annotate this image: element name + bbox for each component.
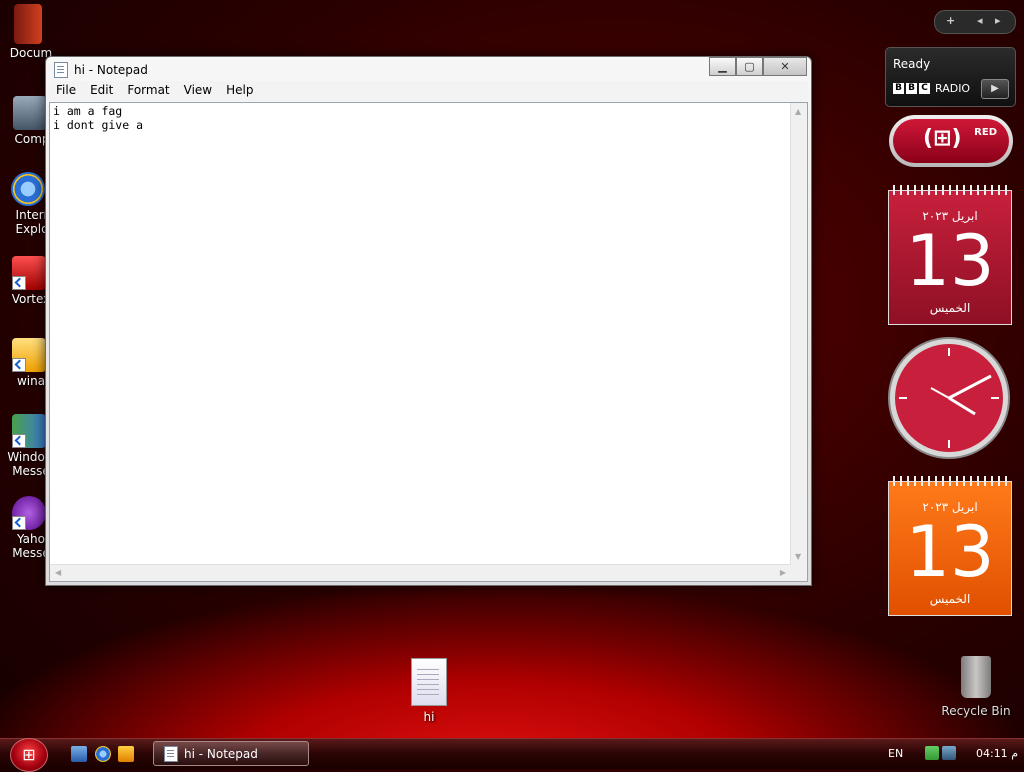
menu-file[interactable]: File	[49, 81, 83, 101]
menu-bar: File Edit Format View Help	[49, 81, 808, 101]
shortcut-arrow-icon	[12, 276, 26, 290]
internet-explorer-icon	[11, 172, 45, 206]
desktop-icon-documents[interactable]: Docum	[0, 4, 66, 60]
shortcut-arrow-icon	[12, 358, 26, 372]
red-gadget[interactable]: (⊞) RED	[889, 115, 1013, 167]
text-file-icon	[411, 658, 447, 706]
scroll-left-icon[interactable]: ◀	[55, 568, 61, 577]
network-icon[interactable]	[942, 746, 956, 760]
vortex-icon	[12, 256, 46, 290]
bbc-letter: C	[919, 83, 930, 94]
calendar-gadget-orange[interactable]: ابريل ٢٠٢٣ 13 الخميس	[888, 476, 1012, 616]
notepad-icon	[54, 62, 68, 78]
calendar-day: 13	[905, 511, 995, 593]
taskbar-item-notepad[interactable]: hi - Notepad	[153, 741, 309, 766]
notepad-icon	[164, 745, 178, 762]
window-title-text: hi - Notepad	[74, 63, 148, 77]
red-label: RED	[974, 127, 997, 138]
clock-time[interactable]: 04:11 م	[976, 747, 1018, 760]
clock-face	[888, 337, 1010, 459]
menu-view[interactable]: View	[177, 81, 219, 101]
taskbar-item-label: hi - Notepad	[184, 746, 258, 761]
language-indicator[interactable]: EN	[888, 747, 903, 760]
start-button[interactable]: ⊞	[10, 738, 48, 772]
media-player-icon[interactable]	[118, 746, 134, 762]
radio-status: Ready	[893, 57, 931, 71]
shortcut-arrow-icon	[12, 516, 26, 530]
shortcut-arrow-icon	[12, 434, 26, 448]
windows-logo-icon: (⊞)	[923, 126, 962, 151]
horizontal-scrollbar[interactable]: ◀ ▶	[50, 564, 791, 581]
minimize-button[interactable]: ▁	[709, 57, 736, 76]
calendar-rings	[893, 476, 1007, 486]
play-button[interactable]: ▶	[981, 79, 1009, 99]
calendar-gadget[interactable]: ابريل ٢٠٢٣ 13 الخميس	[888, 185, 1012, 325]
resize-grip[interactable]	[791, 565, 807, 581]
show-desktop-icon[interactable]	[71, 746, 87, 762]
bbc-letter: B	[906, 83, 917, 94]
computer-icon	[13, 96, 47, 130]
scroll-down-icon[interactable]: ▼	[795, 552, 801, 561]
recycle-bin-icon	[961, 656, 991, 698]
documents-folder-icon	[14, 4, 42, 44]
winamp-icon	[12, 338, 46, 372]
menu-help[interactable]: Help	[219, 81, 260, 101]
maximize-button[interactable]: ▢	[736, 57, 763, 76]
system-tray: EN 04:11 م	[884, 739, 1024, 769]
sidebar-controls: + ◂ ▸	[934, 10, 1016, 34]
add-gadget-button[interactable]: +	[946, 14, 955, 27]
close-button[interactable]: ✕	[763, 57, 807, 76]
bbc-radio-gadget[interactable]: Ready B B C RADIO ▶	[885, 47, 1016, 107]
menu-format[interactable]: Format	[120, 81, 176, 101]
window-title: hi - Notepad	[54, 62, 148, 78]
bbc-letter: B	[893, 83, 904, 94]
calendar-weekday: الخميس	[929, 301, 971, 315]
internet-explorer-icon[interactable]	[95, 746, 111, 762]
previous-page-button[interactable]: ◂	[977, 14, 983, 27]
windows-messenger-icon	[12, 414, 46, 448]
clock-gadget[interactable]	[887, 336, 1011, 460]
bbc-radio-logo: B B C RADIO	[893, 82, 970, 95]
radio-label: RADIO	[935, 82, 971, 95]
menu-edit[interactable]: Edit	[83, 81, 120, 101]
windows-logo-icon: ⊞	[22, 745, 36, 764]
recycle-bin-label: Recycle Bin	[941, 704, 1011, 718]
calendar-day: 13	[905, 220, 995, 302]
calendar-weekday: الخميس	[929, 592, 971, 606]
yahoo-messenger-icon	[12, 496, 46, 530]
scroll-right-icon[interactable]: ▶	[780, 568, 786, 577]
window-controls: ▁ ▢ ✕	[709, 57, 807, 76]
recycle-bin[interactable]: Recycle Bin	[940, 656, 1012, 718]
notepad-window[interactable]: hi - Notepad ▁ ▢ ✕ File Edit Format View…	[45, 56, 812, 586]
text-editor[interactable]: i am a fag i dont give a ▲ ▼ ◀ ▶	[49, 102, 808, 582]
vertical-scrollbar[interactable]: ▲ ▼	[790, 103, 807, 565]
desktop-file-hi[interactable]: hi	[403, 658, 455, 724]
editor-content[interactable]: i am a fag i dont give a	[53, 104, 150, 132]
taskbar: ⊞ hi - Notepad EN 04:11 م	[0, 738, 1024, 772]
next-page-button[interactable]: ▸	[995, 14, 1001, 27]
scroll-up-icon[interactable]: ▲	[795, 107, 801, 116]
security-icon[interactable]	[925, 746, 939, 760]
desktop-file-label: hi	[423, 710, 435, 724]
calendar-rings	[893, 185, 1007, 195]
